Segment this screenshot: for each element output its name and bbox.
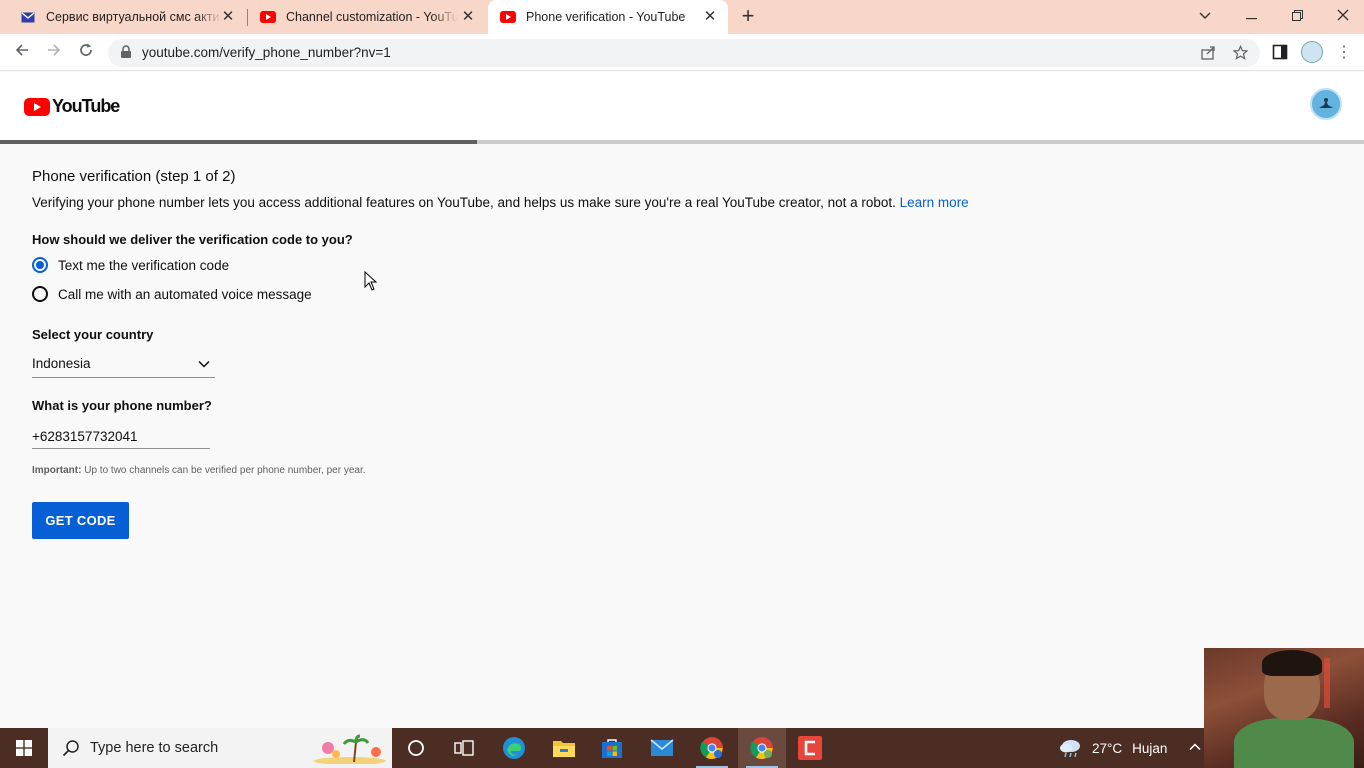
chevron-up-icon[interactable] [1188, 740, 1202, 754]
taskbar-search-box[interactable]: Type here to search [48, 728, 392, 768]
back-button[interactable] [12, 42, 32, 62]
address-bar[interactable]: youtube.com/verify_phone_number?nv=1 [108, 39, 1260, 67]
share-icon[interactable] [1200, 45, 1216, 61]
page-description: Verifying your phone number lets you acc… [32, 195, 969, 210]
tab-title: Phone verification - YouTube [526, 10, 686, 24]
youtube-header: YouTube [0, 72, 1364, 140]
country-label: Select your country [32, 327, 154, 342]
note-label: Important: [32, 465, 82, 476]
tab-title: Channel customization - YouTube Studio [286, 10, 458, 24]
note-text: Up to two channels can be verified per p… [84, 465, 366, 476]
phone-label: What is your phone number? [32, 398, 212, 413]
capcut-icon[interactable] [786, 728, 834, 768]
cortana-icon[interactable] [392, 728, 440, 768]
radio-label: Text me the verification code [58, 257, 230, 273]
mouse-cursor-icon [364, 271, 378, 291]
channel-avatar[interactable] [1310, 88, 1342, 120]
mail-icon[interactable] [638, 728, 686, 768]
tab-channel-customization[interactable]: Channel customization - YouTube Studio ✕ [248, 0, 486, 34]
url-text[interactable]: youtube.com/verify_phone_number?nv=1 [142, 45, 391, 60]
bookmark-star-icon[interactable] [1231, 44, 1249, 61]
radio-selected-icon[interactable] [32, 257, 48, 273]
person-shirt [1234, 718, 1354, 768]
tab-sms-activation[interactable]: Сервис виртуальной смс активации ✕ [0, 0, 246, 34]
weather-text[interactable]: Hujan [1132, 741, 1167, 756]
description-text: Verifying your phone number lets you acc… [32, 195, 896, 210]
profile-avatar[interactable] [1301, 41, 1323, 63]
reload-button[interactable] [76, 42, 96, 62]
phone-number-input[interactable] [32, 424, 210, 449]
youtube-logo[interactable]: YouTube [24, 96, 120, 117]
learn-more-link[interactable]: Learn more [900, 195, 969, 210]
progress-fill [0, 140, 478, 144]
edge-icon[interactable] [490, 728, 538, 768]
youtube-icon [500, 9, 516, 25]
store-icon[interactable] [588, 728, 636, 768]
country-value: Indonesia [32, 356, 91, 371]
get-code-button[interactable]: GET CODE [32, 502, 129, 539]
radio-text-option[interactable]: Text me the verification code [32, 257, 229, 273]
weather-temp[interactable]: 27°C [1092, 741, 1122, 756]
tab-phone-verification[interactable]: Phone verification - YouTube ✕ [488, 0, 728, 34]
radio-call-option[interactable]: Call me with an automated voice message [32, 286, 312, 302]
file-explorer-icon[interactable] [540, 728, 588, 768]
important-note: Important: Up to two channels can be ver… [32, 465, 366, 476]
rain-cloud-icon[interactable] [1058, 738, 1084, 758]
new-tab-button[interactable]: + [738, 5, 758, 28]
browser-tab-strip: Сервис виртуальной смс активации ✕ Chann… [0, 0, 1364, 34]
restore-button[interactable] [1274, 0, 1320, 32]
person-hair [1262, 650, 1322, 676]
step-progress-bar [0, 140, 1364, 144]
delivery-question: How should we deliver the verification c… [32, 232, 353, 247]
search-icon [62, 740, 79, 757]
browser-toolbar: youtube.com/verify_phone_number?nv=1 ⋮ [0, 34, 1364, 71]
page-title: Phone verification (step 1 of 2) [32, 168, 236, 185]
forward-button[interactable] [44, 42, 64, 62]
country-select[interactable]: Indonesia [32, 352, 215, 378]
lock-icon[interactable] [120, 45, 132, 59]
chrome-icon[interactable] [688, 728, 736, 768]
start-button[interactable] [0, 728, 48, 768]
close-tab-icon[interactable]: ✕ [220, 9, 236, 25]
youtube-icon [260, 9, 276, 25]
youtube-play-icon [24, 97, 50, 116]
windows-icon [16, 740, 32, 756]
tab-search-icon[interactable] [1182, 0, 1228, 32]
radio-unselected-icon[interactable] [32, 286, 48, 302]
search-placeholder: Type here to search [90, 740, 219, 756]
tab-title: Сервис виртуальной смс активации [46, 10, 222, 24]
minimize-button[interactable] [1228, 0, 1274, 32]
mail-icon [20, 9, 36, 25]
close-tab-icon[interactable]: ✕ [702, 9, 718, 25]
close-window-button[interactable] [1320, 0, 1364, 32]
background-light [1324, 658, 1330, 708]
windows-taskbar: Type here to search 27°C Hujan [0, 728, 1204, 768]
system-tray: 27°C Hujan [1058, 728, 1201, 768]
side-panel-icon[interactable] [1272, 44, 1288, 65]
close-tab-icon[interactable]: ✕ [460, 9, 476, 25]
radio-label: Call me with an automated voice message [58, 286, 312, 302]
chrome-icon[interactable] [738, 728, 786, 768]
search-highlight-art [314, 734, 386, 764]
webcam-overlay [1204, 648, 1364, 768]
browser-menu-icon[interactable]: ⋮ [1336, 42, 1352, 62]
task-view-icon[interactable] [440, 728, 488, 768]
youtube-logo-text: YouTube [52, 96, 120, 116]
chevron-down-icon [198, 360, 210, 368]
